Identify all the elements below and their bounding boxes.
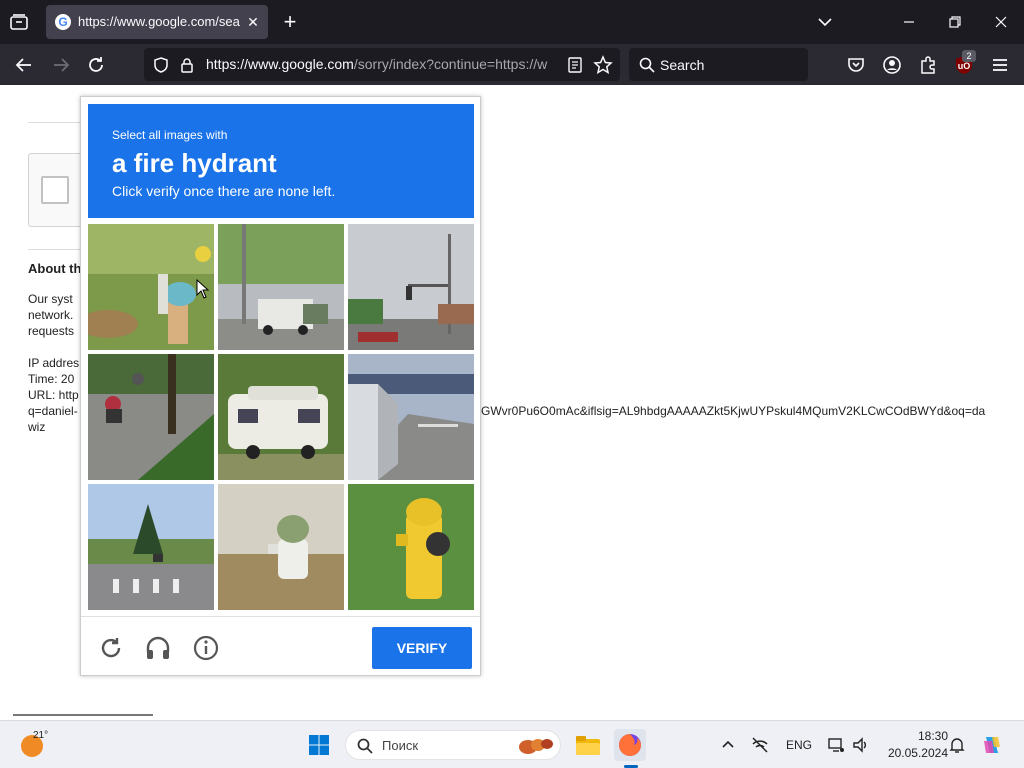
image-tile-9[interactable] xyxy=(348,484,474,610)
account-icon[interactable] xyxy=(881,54,903,76)
info-icon[interactable] xyxy=(192,634,220,662)
search-icon xyxy=(639,57,655,73)
para-line: requests xyxy=(28,324,75,338)
back-arrow-icon[interactable] xyxy=(13,54,35,76)
image-tile-4[interactable] xyxy=(88,354,214,480)
scroll-indicator xyxy=(13,714,153,716)
image-tile-8[interactable] xyxy=(218,484,344,610)
firefox-view-icon[interactable] xyxy=(9,12,29,32)
recaptcha-checkbox-widget[interactable] xyxy=(28,153,88,227)
copilot-icon[interactable] xyxy=(980,733,1004,757)
minimize-window-icon[interactable] xyxy=(899,12,919,32)
windows-taskbar: 21° Поиск ENG 18:30 20.05.2024 xyxy=(0,720,1024,768)
challenge-footer: VERIFY xyxy=(81,616,480,676)
headphones-audio-icon[interactable] xyxy=(144,634,172,662)
url-line: q=daniel- xyxy=(28,404,78,418)
network-offline-icon[interactable] xyxy=(751,736,769,754)
windows-start-icon[interactable] xyxy=(308,734,330,756)
clock-time: 18:30 xyxy=(917,729,948,743)
active-tab[interactable]: G https://www.google.com/search ✕ xyxy=(46,5,268,39)
close-window-icon[interactable] xyxy=(991,12,1011,32)
temperature: 21° xyxy=(33,730,49,741)
divider xyxy=(28,122,88,123)
search-bar[interactable]: Search xyxy=(629,48,808,81)
google-favicon-icon: G xyxy=(55,14,71,30)
list-all-tabs-chevron-icon[interactable] xyxy=(815,12,835,32)
ublock-count-badge: 2 xyxy=(962,50,976,62)
reload-challenge-icon[interactable] xyxy=(97,634,125,662)
image-tile-5[interactable] xyxy=(218,354,344,480)
bookmark-star-icon[interactable] xyxy=(593,55,613,75)
reload-icon[interactable] xyxy=(85,54,107,76)
taskbar-search-placeholder: Поиск xyxy=(382,738,419,753)
url-text: https://www.google.com/sorry/index?conti… xyxy=(206,56,548,72)
para-line: network. xyxy=(28,308,74,322)
ip-line: IP addres xyxy=(28,356,80,370)
mouse-cursor-icon xyxy=(196,279,210,299)
recaptcha-checkbox[interactable] xyxy=(41,176,69,204)
challenge-instruction: Select all images with xyxy=(112,128,228,142)
file-explorer-icon[interactable] xyxy=(572,729,604,761)
divider xyxy=(28,249,88,250)
extensions-puzzle-icon[interactable] xyxy=(917,54,939,76)
image-tile-3[interactable] xyxy=(348,224,474,350)
recaptcha-challenge: Select all images with a fire hydrant Cl… xyxy=(80,96,481,676)
verify-button[interactable]: VERIFY xyxy=(372,627,472,669)
tab-title: https://www.google.com/search xyxy=(78,14,240,29)
tracking-protection-shield-icon[interactable] xyxy=(152,56,170,74)
new-tab-button[interactable]: + xyxy=(280,11,300,33)
challenge-target: a fire hydrant xyxy=(112,148,277,178)
reader-view-icon[interactable] xyxy=(566,56,584,74)
display-icon[interactable] xyxy=(827,736,845,754)
url-line: URL: http xyxy=(28,388,79,402)
svg-text:uO: uO xyxy=(958,61,971,71)
volume-icon[interactable] xyxy=(852,736,870,754)
tab-close-icon[interactable]: ✕ xyxy=(244,13,262,31)
firefox-icon xyxy=(619,734,641,756)
clock-date: 20.05.2024 xyxy=(887,746,948,760)
search-placeholder: Search xyxy=(660,57,705,73)
system-clock[interactable]: 18:30 20.05.2024 xyxy=(878,728,948,762)
time-line: Time: 20 xyxy=(28,372,75,386)
about-heading: About th xyxy=(28,261,82,276)
image-tile-2[interactable] xyxy=(218,224,344,350)
image-tile-7[interactable] xyxy=(88,484,214,610)
image-tile-6[interactable] xyxy=(348,354,474,480)
url-line: wiz xyxy=(28,420,46,434)
url-tail-text: GWvr0Pu6O0mAc&iflsig=AL9hbdgAAAAAZkt5Kjw… xyxy=(481,404,986,418)
search-icon xyxy=(357,738,373,754)
firefox-taskbar-button[interactable] xyxy=(614,729,646,761)
notification-bell-icon[interactable] xyxy=(948,736,966,754)
para-line: Our syst xyxy=(28,292,73,306)
challenge-subtext: Click verify once there are none left. xyxy=(112,183,336,199)
taskbar-search-box[interactable]: Поиск xyxy=(345,730,561,760)
url-bar[interactable]: https://www.google.com/sorry/index?conti… xyxy=(144,48,620,81)
hamburger-menu-icon[interactable] xyxy=(989,54,1011,76)
browser-tab-bar: G https://www.google.com/search ✕ + xyxy=(0,0,1024,44)
search-highlight-leaf-icon xyxy=(519,739,553,754)
challenge-header: Select all images with a fire hydrant Cl… xyxy=(88,104,474,218)
pocket-icon[interactable] xyxy=(845,54,867,76)
restore-window-icon[interactable] xyxy=(945,12,965,32)
forward-arrow-icon[interactable] xyxy=(50,54,72,76)
lock-icon[interactable] xyxy=(178,56,196,74)
input-language[interactable]: ENG xyxy=(786,738,812,752)
show-hidden-icons-chevron-icon[interactable] xyxy=(719,736,737,754)
